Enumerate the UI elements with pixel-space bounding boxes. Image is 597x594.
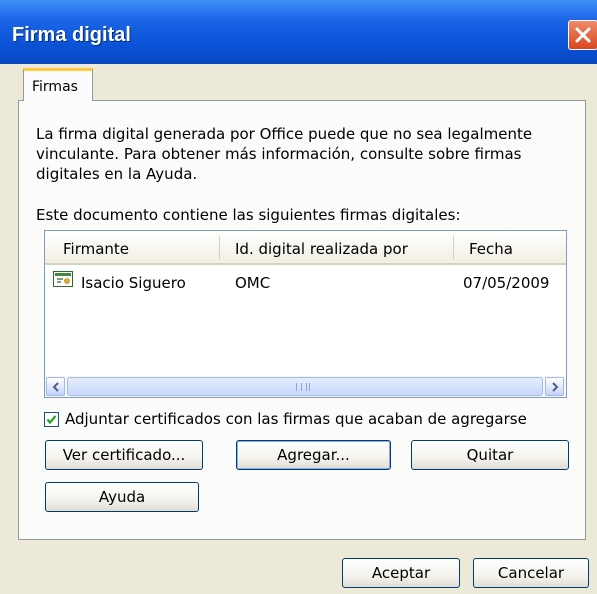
tab-label: Firmas	[32, 79, 78, 95]
ok-button[interactable]: Aceptar	[342, 558, 460, 588]
chevron-left-icon	[52, 382, 59, 392]
signatures-list[interactable]: Firmante Id. digital realizada por Fecha…	[44, 230, 567, 398]
signature-date: 07/05/2009	[463, 274, 550, 292]
chevron-right-icon	[552, 382, 559, 392]
remove-button[interactable]: Quitar	[411, 440, 569, 470]
tab-firmas[interactable]: Firmas	[23, 68, 93, 101]
help-button[interactable]: Ayuda	[45, 482, 199, 512]
column-divider[interactable]	[219, 236, 220, 260]
signature-dialog: Firma digital Firmas La firma digital ge…	[0, 0, 597, 594]
close-icon	[575, 27, 591, 43]
list-header: Firmante Id. digital realizada por Fecha	[45, 231, 566, 265]
scroll-right-button[interactable]	[545, 377, 564, 396]
grip-icon	[296, 383, 310, 391]
cancel-button[interactable]: Cancelar	[473, 558, 589, 588]
issued-by: OMC	[235, 274, 271, 292]
close-button[interactable]	[568, 20, 597, 50]
certificate-icon	[53, 271, 73, 287]
checkmark-icon	[46, 415, 57, 425]
column-header-issued-by[interactable]: Id. digital realizada por	[235, 240, 408, 258]
view-certificate-button[interactable]: Ver certificado...	[45, 440, 203, 470]
window-title: Firma digital	[12, 24, 131, 46]
attach-certificates-checkbox[interactable]	[44, 412, 59, 427]
legal-notice: La firma digital generada por Office pue…	[36, 125, 533, 183]
title-bar[interactable]: Firma digital	[0, 0, 597, 64]
signatures-list-label: Este documento contiene las siguientes f…	[36, 206, 461, 224]
signer-name: Isacio Siguero	[81, 274, 186, 292]
scrollbar-thumb[interactable]	[67, 377, 543, 396]
add-button[interactable]: Agregar...	[236, 440, 391, 470]
scroll-left-button[interactable]	[46, 377, 65, 396]
horizontal-scrollbar[interactable]	[45, 376, 566, 397]
attach-certificates-label[interactable]: Adjuntar certificados con las firmas que…	[65, 410, 527, 428]
column-header-date[interactable]: Fecha	[469, 240, 513, 258]
column-header-signer[interactable]: Firmante	[63, 240, 129, 258]
column-divider[interactable]	[453, 236, 454, 260]
